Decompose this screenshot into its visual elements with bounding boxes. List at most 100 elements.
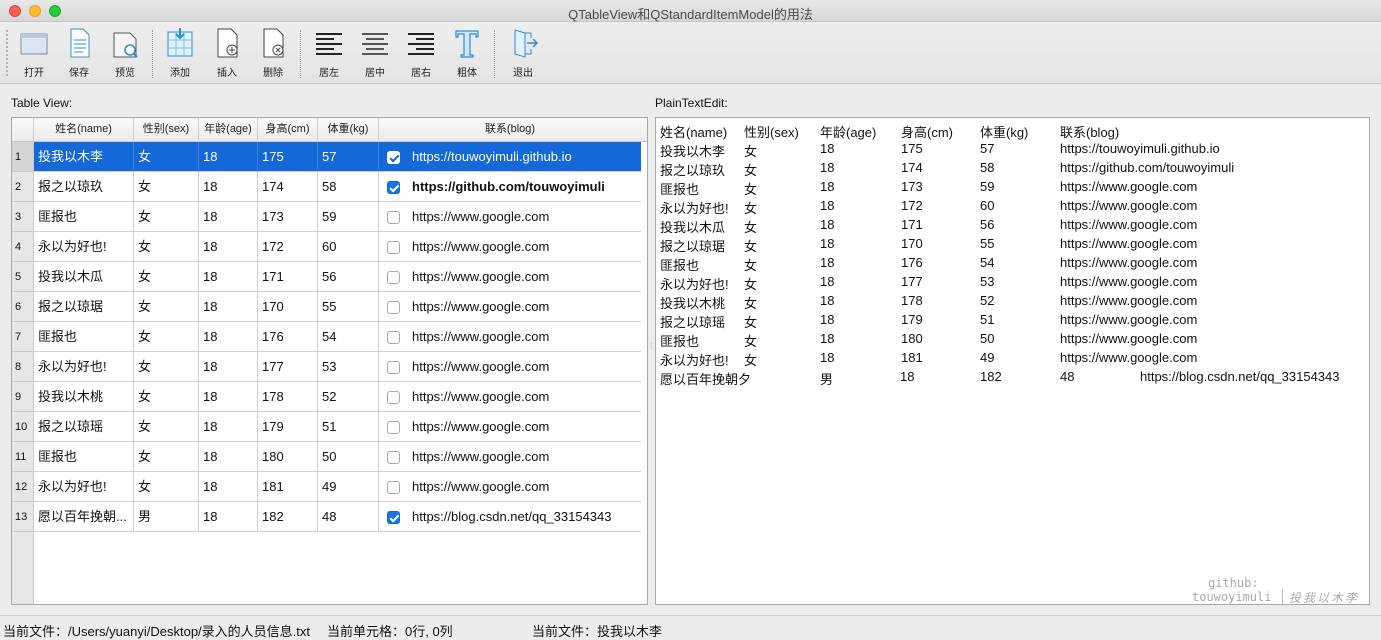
cell-height[interactable]: 175 bbox=[258, 142, 318, 172]
cell-blog[interactable]: https://www.google.com bbox=[379, 202, 641, 232]
cell-blog[interactable]: https://www.google.com bbox=[379, 292, 641, 322]
header-weight[interactable]: 体重(kg) bbox=[318, 118, 379, 142]
cell-weight[interactable]: 57 bbox=[318, 142, 379, 172]
table-row[interactable]: 12 永以为好也! 女 18 181 49 https://www.google.com bbox=[12, 472, 647, 502]
cell-sex[interactable]: 女 bbox=[134, 472, 199, 502]
cell-height[interactable]: 176 bbox=[258, 322, 318, 352]
cell-name[interactable]: 永以为好也! bbox=[34, 232, 134, 262]
cell-weight[interactable]: 55 bbox=[318, 292, 379, 322]
cell-weight[interactable]: 52 bbox=[318, 382, 379, 412]
align-center-button[interactable]: 居中 bbox=[355, 24, 395, 80]
cell-age[interactable]: 18 bbox=[199, 322, 258, 352]
cell-age[interactable]: 18 bbox=[199, 502, 258, 532]
cell-name[interactable]: 报之以琼瑶 bbox=[34, 412, 134, 442]
open-button[interactable]: 打开 bbox=[14, 24, 54, 80]
row-number[interactable]: 10 bbox=[12, 412, 34, 442]
table-row[interactable]: 7 匪报也女 18 176 54 https://www.google.com bbox=[12, 322, 647, 352]
row-number[interactable]: 12 bbox=[12, 472, 34, 502]
cell-age[interactable]: 18 bbox=[199, 292, 258, 322]
cell-blog[interactable]: https://www.google.com bbox=[379, 262, 641, 292]
corner-button[interactable] bbox=[12, 118, 34, 142]
table-row[interactable]: 11 匪报也女 18 180 50 https://www.google.com bbox=[12, 442, 647, 472]
header-age[interactable]: 年龄(age) bbox=[199, 118, 258, 142]
cell-sex[interactable]: 女 bbox=[134, 442, 199, 472]
cell-height[interactable]: 173 bbox=[258, 202, 318, 232]
row-number[interactable]: 8 bbox=[12, 352, 34, 382]
row-checkbox[interactable] bbox=[387, 481, 400, 494]
row-number[interactable]: 11 bbox=[12, 442, 34, 472]
header-name[interactable]: 姓名(name) bbox=[34, 118, 134, 142]
cell-name[interactable]: 匪报也 bbox=[34, 322, 134, 352]
cell-sex[interactable]: 男 bbox=[134, 502, 199, 532]
cell-sex[interactable]: 女 bbox=[134, 412, 199, 442]
table-row[interactable]: 5 投我以木瓜女 18 171 56 https://www.google.com bbox=[12, 262, 647, 292]
cell-height[interactable]: 180 bbox=[258, 442, 318, 472]
cell-height[interactable]: 171 bbox=[258, 262, 318, 292]
row-number[interactable]: 1 bbox=[12, 142, 34, 172]
cell-height[interactable]: 182 bbox=[258, 502, 318, 532]
splitter-handle[interactable]: ⁝ bbox=[648, 342, 654, 352]
cell-age[interactable]: 18 bbox=[199, 352, 258, 382]
header-blog[interactable]: 联系(blog) bbox=[379, 118, 641, 142]
cell-name[interactable]: 愿以百年挽朝... bbox=[34, 502, 134, 532]
cell-height[interactable]: 179 bbox=[258, 412, 318, 442]
cell-blog[interactable]: https://www.google.com bbox=[379, 442, 641, 472]
cell-sex[interactable]: 女 bbox=[134, 202, 199, 232]
cell-sex[interactable]: 女 bbox=[134, 382, 199, 412]
cell-name[interactable]: 报之以琼琚 bbox=[34, 292, 134, 322]
cell-height[interactable]: 170 bbox=[258, 292, 318, 322]
row-checkbox[interactable] bbox=[387, 391, 400, 404]
cell-age[interactable]: 18 bbox=[199, 262, 258, 292]
cell-age[interactable]: 18 bbox=[199, 412, 258, 442]
table-row[interactable]: 8 永以为好也! 女 18 177 53 https://www.google.com bbox=[12, 352, 647, 382]
cell-weight[interactable]: 59 bbox=[318, 202, 379, 232]
row-checkbox[interactable] bbox=[387, 181, 400, 194]
cell-name[interactable]: 投我以木李 bbox=[34, 142, 134, 172]
row-number[interactable]: 2 bbox=[12, 172, 34, 202]
row-number[interactable]: 6 bbox=[12, 292, 34, 322]
cell-height[interactable]: 178 bbox=[258, 382, 318, 412]
table-row[interactable]: 2 报之以琼玖女 18 174 58 https://github.com/touwoyi… bbox=[12, 172, 647, 202]
row-checkbox[interactable] bbox=[387, 331, 400, 344]
table-row[interactable]: 13 愿以百年挽朝... 男 18 182 48 https://blog.csdn.net… bbox=[12, 502, 647, 532]
row-number[interactable]: 3 bbox=[12, 202, 34, 232]
cell-sex[interactable]: 女 bbox=[134, 292, 199, 322]
cell-blog[interactable]: https://www.google.com bbox=[379, 322, 641, 352]
cell-age[interactable]: 18 bbox=[199, 442, 258, 472]
cell-sex[interactable]: 女 bbox=[134, 232, 199, 262]
cell-age[interactable]: 18 bbox=[199, 142, 258, 172]
add-button[interactable]: 添加 bbox=[160, 24, 200, 80]
exit-button[interactable]: 退出 bbox=[503, 24, 543, 80]
cell-weight[interactable]: 53 bbox=[318, 352, 379, 382]
table-row[interactable]: 9 投我以木桃女 18 178 52 https://www.google.com bbox=[12, 382, 647, 412]
cell-height[interactable]: 177 bbox=[258, 352, 318, 382]
header-sex[interactable]: 性别(sex) bbox=[134, 118, 199, 142]
row-number[interactable]: 9 bbox=[12, 382, 34, 412]
cell-name[interactable]: 永以为好也! bbox=[34, 472, 134, 502]
cell-weight[interactable]: 50 bbox=[318, 442, 379, 472]
row-number[interactable]: 13 bbox=[12, 502, 34, 532]
cell-age[interactable]: 18 bbox=[199, 232, 258, 262]
cell-sex[interactable]: 女 bbox=[134, 262, 199, 292]
cell-height[interactable]: 174 bbox=[258, 172, 318, 202]
cell-blog[interactable]: https://github.com/touwoyimuli bbox=[379, 172, 641, 202]
row-checkbox[interactable] bbox=[387, 421, 400, 434]
cell-height[interactable]: 172 bbox=[258, 232, 318, 262]
table-row[interactable]: 1 投我以木李女 18 175 57 https://touwoyimuli.github… bbox=[12, 142, 647, 172]
header-height[interactable]: 身高(cm) bbox=[258, 118, 318, 142]
preview-button[interactable]: 预览 bbox=[105, 24, 145, 80]
cell-blog[interactable]: https://www.google.com bbox=[379, 412, 641, 442]
cell-sex[interactable]: 女 bbox=[134, 142, 199, 172]
cell-weight[interactable]: 58 bbox=[318, 172, 379, 202]
row-checkbox[interactable] bbox=[387, 241, 400, 254]
row-number[interactable]: 7 bbox=[12, 322, 34, 352]
row-number[interactable]: 4 bbox=[12, 232, 34, 262]
cell-blog[interactable]: https://blog.csdn.net/qq_33154343 bbox=[379, 502, 641, 532]
cell-weight[interactable]: 56 bbox=[318, 262, 379, 292]
cell-name[interactable]: 投我以木瓜 bbox=[34, 262, 134, 292]
row-checkbox[interactable] bbox=[387, 211, 400, 224]
table-row[interactable]: 3 匪报也女 18 173 59 https://www.google.com bbox=[12, 202, 647, 232]
cell-name[interactable]: 永以为好也! bbox=[34, 352, 134, 382]
table-row[interactable]: 10 报之以琼瑶女 18 179 51 https://www.google.com bbox=[12, 412, 647, 442]
row-checkbox[interactable] bbox=[387, 361, 400, 374]
